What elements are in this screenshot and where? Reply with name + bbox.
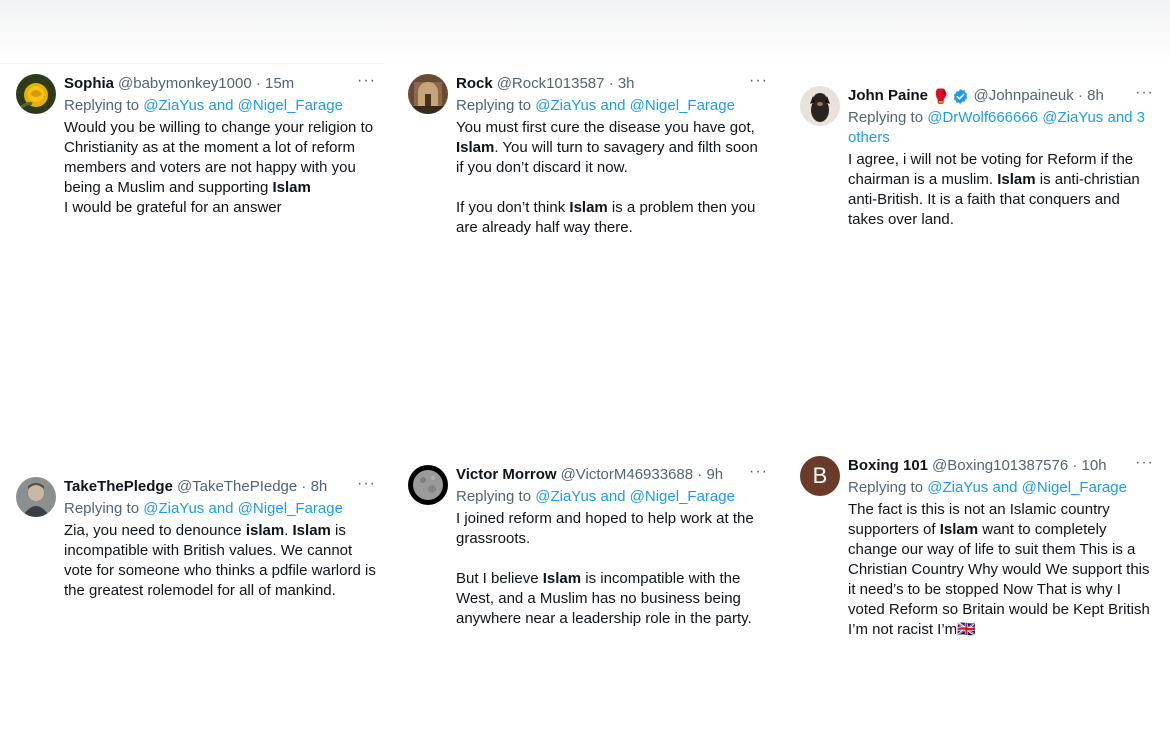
display-name[interactable]: Rock (456, 74, 493, 94)
tweet-text: I agree, i will not be voting for Reform… (848, 151, 1140, 228)
replying-to: Replying to @ZiaYus and @Nigel_Farage (64, 500, 343, 517)
reply-to-link[interactable]: @ZiaYus and @Nigel_Farage (927, 479, 1127, 496)
display-name[interactable]: Victor Morrow (456, 465, 557, 485)
avatar[interactable] (16, 74, 56, 114)
boxing-glove-badge: 🥊 (932, 88, 950, 104)
yellow-rose-icon (16, 74, 56, 114)
reply-to-link[interactable]: @ZiaYus and @Nigel_Farage (535, 97, 735, 114)
replying-to: Replying to @DrWolf666666 @ZiaYus and 3 … (848, 109, 1146, 146)
reply-to-link[interactable]: @ZiaYus and @Nigel_Farage (535, 488, 735, 505)
verified-badge-icon (954, 88, 968, 104)
more-options-icon[interactable]: ··· (1135, 454, 1154, 472)
replying-to: Replying to @ZiaYus and @Nigel_Farage (456, 488, 735, 505)
dog-icon (800, 86, 840, 126)
more-options-icon[interactable]: ··· (749, 463, 768, 481)
tweet-text: You must first cure the disease you have… (456, 119, 758, 236)
handle-and-time[interactable]: @Johnpaineuk · 8h (973, 86, 1103, 106)
building-interior-icon (408, 74, 448, 114)
more-options-icon[interactable]: ··· (1135, 84, 1154, 102)
display-name[interactable]: John Paine (848, 86, 928, 106)
avatar-letter: B (812, 463, 828, 488)
replying-to: Replying to @ZiaYus and @Nigel_Farage (848, 479, 1127, 496)
portrait-icon (16, 477, 56, 517)
handle-and-time[interactable]: @babymonkey1000 · 15m (118, 74, 294, 94)
handle-and-time[interactable]: @VictorM46933688 · 9h (561, 465, 724, 485)
tweet-text: The fact is this is not an Islamic count… (848, 501, 1150, 638)
display-name[interactable]: Boxing 101 (848, 456, 928, 476)
handle-and-time[interactable]: @Rock1013587 · 3h (497, 74, 635, 94)
moon-icon (408, 465, 448, 505)
more-options-icon[interactable]: ··· (357, 72, 376, 90)
top-fade (0, 0, 1170, 64)
tweet-text: Zia, you need to denounce islam. Islam i… (64, 522, 376, 599)
handle-and-time[interactable]: @Boxing101387576 · 10h (932, 456, 1107, 476)
handle-and-time[interactable]: @TakeThePIedge · 8h (177, 477, 327, 497)
more-options-icon[interactable]: ··· (749, 72, 768, 90)
divider (0, 63, 384, 64)
avatar[interactable] (16, 477, 56, 517)
avatar[interactable] (408, 465, 448, 505)
display-name[interactable]: Sophia (64, 74, 114, 94)
tweet-text: Would you be willing to change your reli… (64, 119, 374, 216)
tweet-text: I joined reform and hoped to help work a… (456, 510, 754, 627)
more-options-icon[interactable]: ··· (357, 475, 376, 493)
replying-to: Replying to @ZiaYus and @Nigel_Farage (64, 97, 343, 114)
reply-to-link[interactable]: @ZiaYus and @Nigel_Farage (143, 97, 343, 114)
display-name[interactable]: TakeThePledge (64, 477, 173, 497)
avatar[interactable] (408, 74, 448, 114)
avatar[interactable] (800, 86, 840, 126)
replying-to: Replying to @ZiaYus and @Nigel_Farage (456, 97, 735, 114)
reply-to-link[interactable]: @ZiaYus and @Nigel_Farage (143, 500, 343, 517)
avatar[interactable]: B (800, 456, 840, 496)
